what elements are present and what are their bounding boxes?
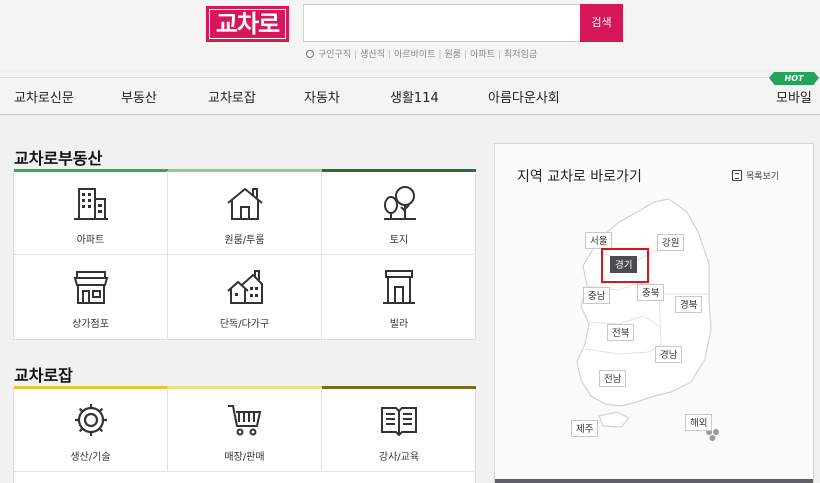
realestate-title[interactable]: 교차로부동산 [14,145,102,169]
region-gyeongbuk[interactable]: 경북 [675,296,703,313]
category-store[interactable]: 상가점포 [14,255,168,339]
category-label: 강사/교육 [378,452,420,463]
nav-beautiful-society[interactable]: 아름다운사회 [488,78,560,116]
site-header: 교차로 검색 구인구직 | 생산직 | 아르바이트 | 원룸 | 아파트 | 최저임금 [0,0,820,70]
main-nav: 교차로신문 부동산 교차로잡 자동차 생활114 아름다운사회 모바일 HOT [0,72,820,116]
keyword-link[interactable]: 생산직 [360,50,385,60]
jobs-grid: 생산/기술 매장/판매 강사/교육 [13,386,476,483]
book-icon [381,407,417,437]
category-label: 원룸/투룸 [224,235,265,246]
cart-icon [228,405,262,436]
region-jeonbuk[interactable]: 전북 [607,324,635,341]
region-title: 지역 교차로 바로가기 [517,169,642,185]
category-education[interactable]: 강사/교육 [322,388,476,472]
region-seoul[interactable]: 서울 [585,232,613,249]
keyword-link[interactable]: 아파트 [470,50,495,60]
search-button[interactable]: 검색 [580,4,623,42]
jobs-title[interactable]: 교차로잡 [14,362,73,386]
tree-icon [384,186,416,220]
category-label: 상가점포 [72,319,109,330]
region-gangwon[interactable]: 강원 [657,234,685,251]
list-view-label: 목록보기 [746,172,780,182]
nav-realestate[interactable]: 부동산 [121,78,157,116]
region-gyeongnam[interactable]: 경남 [655,346,683,363]
region-chungnam[interactable]: 충남 [583,287,611,304]
gear-icon [75,404,107,436]
keyword-link[interactable]: 아르바이트 [394,50,435,60]
list-icon [732,170,742,181]
search-icon [306,50,314,58]
region-chungbuk[interactable]: 충북 [637,284,665,301]
category-production[interactable]: 생산/기술 [14,388,168,472]
house-icon [227,187,263,220]
category-label: 빌라 [389,319,409,330]
search-input[interactable] [303,4,580,42]
nav-newspaper[interactable]: 교차로신문 [14,78,74,116]
category-villa[interactable]: 빌라 [322,255,476,339]
category-label: 매장/판매 [224,452,265,463]
category-label: 생산/기술 [70,452,111,463]
keyword-link[interactable]: 구인구직 [318,50,351,60]
category-oneroom[interactable]: 원룸/투룸 [168,171,322,255]
list-view-link[interactable]: 목록보기 [732,168,779,182]
region-jeju[interactable]: 제주 [571,420,599,437]
villa-icon [383,270,415,304]
region-panel: 지역 교차로 바로가기 목록보기 서울 강원 경기 충남 충북 경북 전북 경남… [494,143,814,483]
category-label: 아파트 [76,235,105,246]
region-overseas[interactable]: 해외 [685,414,713,431]
category-label: 토지 [389,235,409,246]
panel-footer-bar [495,479,813,483]
keyword-link[interactable]: 원룸 [445,50,462,60]
region-jeonnam[interactable]: 전남 [599,370,627,387]
nav-jobs[interactable]: 교차로잡 [208,78,256,116]
apartment-icon [74,188,108,220]
store-icon [73,271,109,304]
category-apartment[interactable]: 아파트 [14,171,168,255]
hot-badge: HOT [769,72,819,85]
multi-house-icon [227,270,263,304]
selected-region-highlight [601,248,649,283]
nav-cars[interactable]: 자동차 [304,78,340,116]
site-logo[interactable]: 교차로 [206,6,289,42]
category-sales[interactable]: 매장/판매 [168,388,322,472]
realestate-grid: 아파트 원룸/투룸 토지 상가점포 단독/다가구 빌라 [13,169,476,340]
category-land[interactable]: 토지 [322,171,476,255]
keyword-link[interactable]: 최저임금 [504,50,537,60]
category-multi-house[interactable]: 단독/다가구 [168,255,322,339]
popular-keywords: 구인구직 | 생산직 | 아르바이트 | 원룸 | 아파트 | 최저임금 [306,47,537,60]
category-label: 단독/다가구 [219,319,270,330]
nav-life114[interactable]: 생활114 [390,78,439,116]
